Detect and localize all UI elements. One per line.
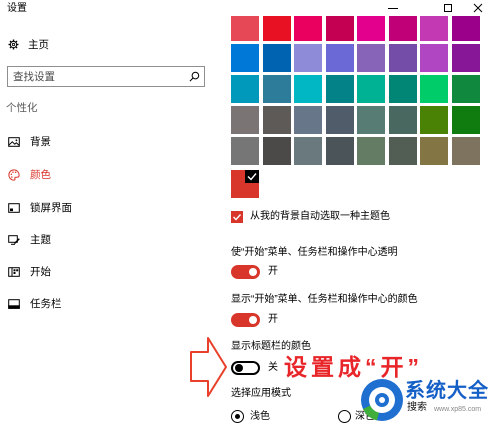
color-swatch[interactable]	[325, 75, 354, 103]
watermark-url: www.xp85.com	[434, 406, 482, 413]
show-color-start-label: 显示“开始”菜单、任务栏和操作中心的颜色	[231, 294, 418, 305]
light-mode-radio[interactable]	[231, 410, 244, 423]
transparency-state: 开	[268, 266, 278, 277]
show-color-titlebar-toggle[interactable]	[231, 361, 260, 375]
color-swatch[interactable]	[420, 106, 448, 134]
color-swatch[interactable]	[388, 137, 417, 165]
sidebar-item-lock-screen[interactable]: 锁屏界面	[0, 195, 215, 221]
color-swatch[interactable]	[388, 106, 417, 134]
show-color-start-state: 开	[268, 314, 278, 325]
section-title: 个性化	[6, 102, 38, 114]
color-swatch[interactable]	[325, 106, 354, 134]
color-swatch[interactable]	[262, 106, 291, 134]
sidebar-item-colors[interactable]: 颜色	[0, 162, 215, 188]
color-swatch[interactable]	[262, 13, 291, 41]
minimize-icon[interactable]	[388, 3, 398, 13]
toggle-knob	[249, 316, 257, 324]
color-swatch[interactable]	[451, 137, 480, 165]
sidebar-item-label: 主题	[30, 234, 51, 246]
sidebar-item-label: 背景	[30, 136, 51, 148]
show-color-titlebar-state: 关	[268, 362, 278, 373]
color-swatch[interactable]	[294, 106, 322, 134]
color-swatch[interactable]	[262, 137, 291, 165]
color-swatch[interactable]	[231, 44, 259, 72]
color-swatch[interactable]	[420, 44, 448, 72]
color-swatch[interactable]	[357, 44, 385, 72]
close-icon[interactable]	[473, 3, 483, 13]
selected-color-swatch[interactable]	[231, 170, 259, 198]
sidebar-item-taskbar[interactable]: 任务栏	[0, 291, 215, 317]
theme-icon	[8, 234, 20, 246]
toggle-knob	[249, 268, 257, 276]
watermark-search-text: 搜索	[407, 402, 427, 413]
search-input[interactable]	[8, 67, 189, 86]
color-swatch[interactable]	[451, 13, 480, 41]
color-swatch[interactable]	[388, 75, 417, 103]
maximize-icon[interactable]	[443, 3, 453, 13]
color-swatch[interactable]	[451, 106, 480, 134]
color-swatch[interactable]	[357, 13, 385, 41]
title-bar: 设置	[0, 0, 493, 16]
accent-color-grid	[231, 13, 480, 165]
sidebar: 主页 个性化 背景 颜色 锁屏界面 主题 开始	[0, 0, 215, 426]
color-swatch[interactable]	[294, 13, 322, 41]
color-swatch[interactable]	[451, 75, 480, 103]
sidebar-item-label: 锁屏界面	[30, 202, 72, 214]
show-color-titlebar-label: 显示标题栏的颜色	[231, 341, 311, 352]
color-swatch[interactable]	[294, 75, 322, 103]
show-color-start-toggle[interactable]	[231, 313, 260, 327]
color-swatch[interactable]	[325, 13, 354, 41]
sidebar-item-start[interactable]: 开始	[0, 259, 215, 285]
color-swatch[interactable]	[388, 13, 417, 41]
watermark-logo	[360, 378, 404, 422]
search-icon[interactable]	[189, 71, 200, 82]
color-swatch[interactable]	[420, 75, 448, 103]
checkmark-icon	[231, 211, 243, 223]
transparency-toggle[interactable]	[231, 265, 260, 279]
search-box[interactable]	[7, 66, 205, 87]
color-swatch[interactable]	[357, 106, 385, 134]
sidebar-item-background[interactable]: 背景	[0, 129, 215, 155]
start-icon	[8, 266, 20, 278]
color-swatch[interactable]	[325, 44, 354, 72]
picture-icon	[8, 136, 20, 148]
dark-mode-radio[interactable]	[338, 410, 351, 423]
watermark-brand: 系统大全	[405, 380, 489, 402]
taskbar-icon	[8, 298, 20, 310]
sidebar-item-label: 开始	[30, 266, 51, 278]
color-swatch[interactable]	[357, 75, 385, 103]
colors-settings-panel: 从我的背景自动选取一种主题色 使“开始”菜单、任务栏和操作中心透明 开 显示“开…	[222, 0, 493, 426]
color-swatch[interactable]	[231, 137, 259, 165]
color-swatch[interactable]	[231, 75, 259, 103]
color-swatch[interactable]	[231, 106, 259, 134]
color-swatch[interactable]	[357, 137, 385, 165]
color-swatch[interactable]	[262, 44, 291, 72]
color-swatch[interactable]	[451, 44, 480, 72]
color-swatch[interactable]	[294, 137, 322, 165]
sidebar-item-themes[interactable]: 主题	[0, 227, 215, 253]
toggle-knob	[235, 364, 243, 372]
light-mode-label: 浅色	[250, 411, 270, 422]
transparency-label: 使“开始”菜单、任务栏和操作中心透明	[231, 247, 398, 258]
color-swatch[interactable]	[420, 13, 448, 41]
color-swatch[interactable]	[231, 13, 259, 41]
app-mode-label: 选择应用模式	[231, 388, 291, 399]
gear-icon	[8, 39, 20, 51]
sidebar-item-home[interactable]: 主页	[0, 32, 215, 58]
checkmark-icon	[245, 170, 259, 183]
color-swatch[interactable]	[325, 137, 354, 165]
home-label: 主页	[28, 39, 49, 51]
palette-icon	[8, 169, 20, 181]
lock-screen-icon	[8, 202, 20, 214]
color-swatch[interactable]	[262, 75, 291, 103]
color-swatch[interactable]	[420, 137, 448, 165]
window-title: 设置	[7, 3, 27, 14]
auto-pick-accent-checkbox[interactable]	[231, 211, 243, 223]
sidebar-item-label: 颜色	[30, 169, 51, 181]
color-swatch[interactable]	[388, 44, 417, 72]
auto-pick-accent-label: 从我的背景自动选取一种主题色	[250, 211, 390, 222]
color-swatch[interactable]	[294, 44, 322, 72]
sidebar-item-label: 任务栏	[30, 298, 62, 310]
radio-dot	[234, 413, 240, 419]
